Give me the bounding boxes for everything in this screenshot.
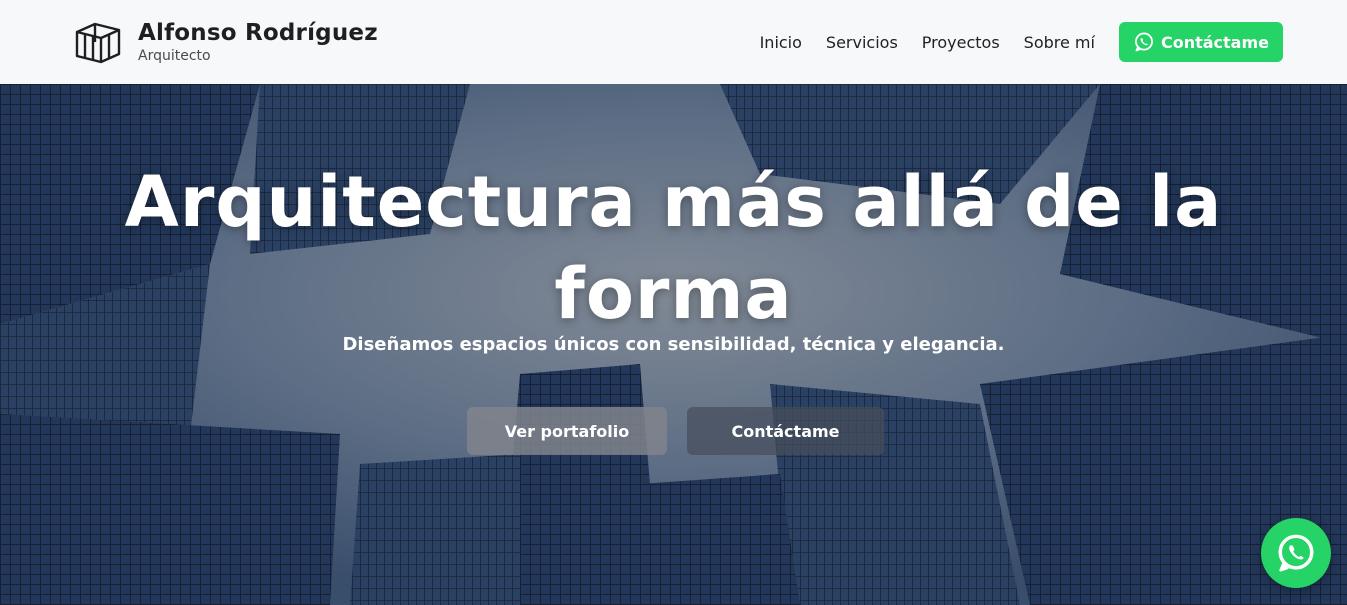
portfolio-button[interactable]: Ver portafolio — [467, 407, 667, 455]
nav-link-servicios[interactable]: Servicios — [826, 33, 898, 52]
hero-subtitle: Diseñamos espacios únicos con sensibilid… — [342, 334, 1005, 355]
nav-link-inicio[interactable]: Inicio — [760, 33, 802, 52]
floating-whatsapp-button[interactable] — [1261, 518, 1331, 588]
contact-button-label: Contáctame — [1160, 32, 1269, 52]
site-header: Alfonso Rodríguez Arquitecto Inicio Serv… — [0, 0, 1347, 84]
hero-section: Arquitectura más allá de la forma Diseña… — [0, 84, 1347, 605]
contact-button[interactable]: Contáctame — [687, 407, 884, 455]
hero-title: Arquitectura más allá de la forma — [124, 161, 1223, 335]
brand[interactable]: Alfonso Rodríguez Arquitecto — [74, 18, 378, 66]
whatsapp-icon — [1134, 32, 1153, 52]
contact-whatsapp-button[interactable]: Contáctame — [1118, 22, 1283, 62]
building-outline-icon — [75, 22, 121, 64]
whatsapp-icon — [1278, 534, 1314, 572]
main-nav: Inicio Servicios Proyectos Sobre mí Cont… — [760, 22, 1283, 62]
hero-buttons: Ver portafolio Contáctame — [467, 407, 884, 455]
brand-name: Alfonso Rodríguez — [138, 20, 378, 46]
nav-link-sobre-mi[interactable]: Sobre mí — [1024, 33, 1095, 52]
nav-link-proyectos[interactable]: Proyectos — [922, 33, 1000, 52]
brand-role: Arquitecto — [138, 48, 211, 64]
